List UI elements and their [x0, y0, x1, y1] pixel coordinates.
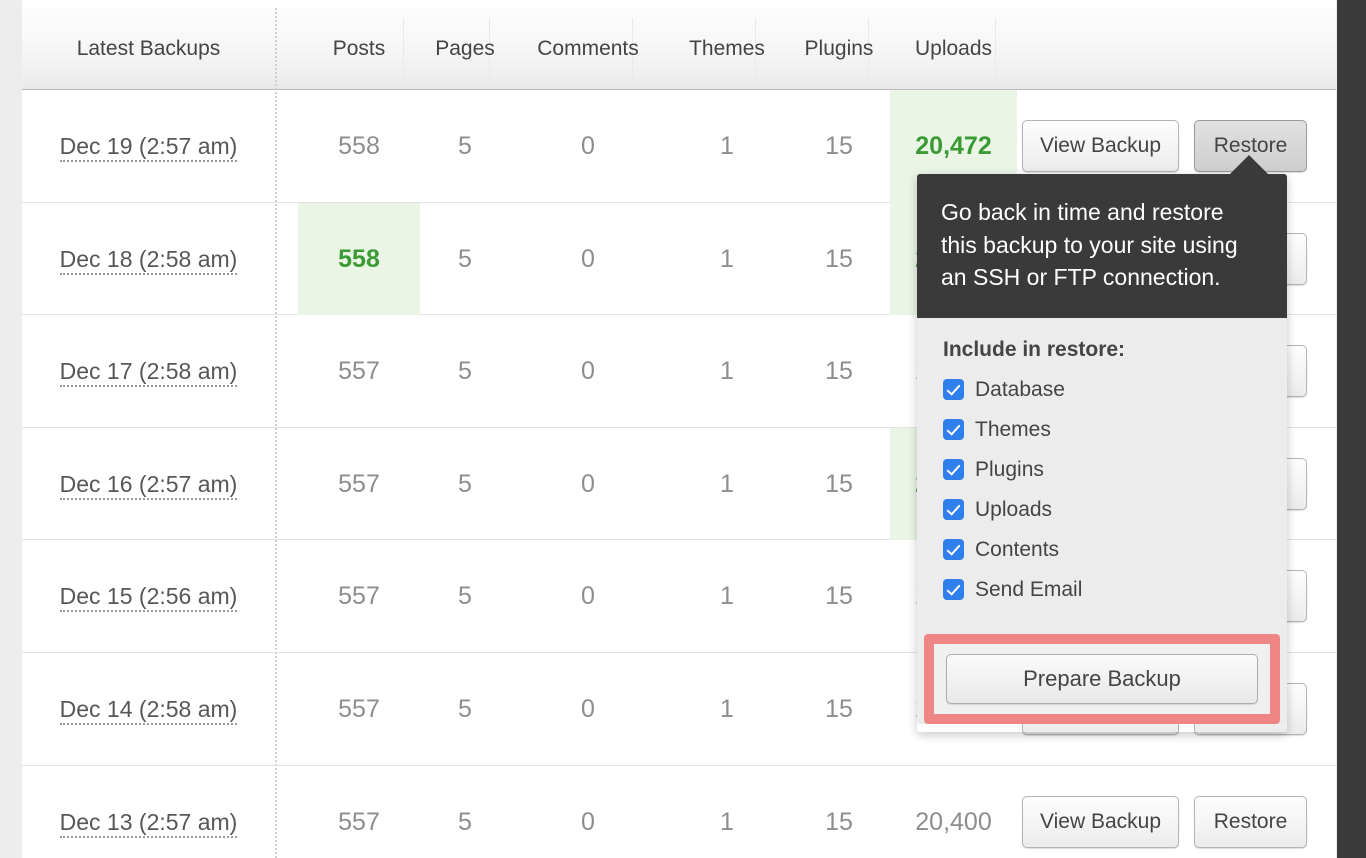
- cell-comments: 0: [581, 694, 595, 723]
- backup-date-cell: Dec 14 (2:58 am): [22, 653, 275, 766]
- backup-date-link[interactable]: Dec 13 (2:57 am): [59, 808, 238, 838]
- backup-date-cell: Dec 13 (2:57 am): [22, 766, 275, 858]
- column-header-themes[interactable]: Themes: [666, 8, 788, 90]
- backup-date-link[interactable]: Dec 15 (2:56 am): [59, 583, 238, 613]
- cell-comments: 0: [581, 357, 595, 386]
- cell-posts: 557: [338, 694, 380, 723]
- cell-posts: 558: [338, 132, 380, 160]
- checkbox-checked-icon[interactable]: [943, 459, 964, 481]
- backup-date-cell: Dec 18 (2:58 am): [22, 203, 275, 316]
- checkbox-label: Contents: [975, 537, 1060, 561]
- checkbox-checked-icon[interactable]: [943, 379, 964, 401]
- popover-description: Go back in time and restore this backup …: [917, 174, 1287, 318]
- backup-date-link[interactable]: Dec 18 (2:58 am): [59, 245, 238, 275]
- cell-pages: 5: [458, 807, 472, 836]
- cell-pages: 5: [458, 244, 472, 273]
- cell-themes: 1: [720, 582, 734, 611]
- cell-posts: 558: [298, 202, 420, 316]
- cell-comments: 0: [581, 469, 595, 498]
- checkbox-label: Uploads: [975, 497, 1053, 521]
- cell-pages: 5: [458, 694, 472, 723]
- checkbox-checked-icon[interactable]: [943, 539, 964, 561]
- checkbox-uploads[interactable]: Uploads: [943, 498, 1119, 522]
- cell-pages: 5: [458, 132, 472, 160]
- checkbox-plugins[interactable]: Plugins: [943, 458, 1119, 482]
- checkbox-themes[interactable]: Themes: [943, 418, 1119, 442]
- view-backup-button[interactable]: View Backup: [1022, 795, 1179, 848]
- cell-pages: 5: [458, 469, 472, 498]
- checkbox-send-email[interactable]: Send Email: [943, 578, 1119, 602]
- view-backup-button[interactable]: View Backup: [1022, 120, 1179, 172]
- checkbox-checked-icon[interactable]: [943, 499, 964, 521]
- checkbox-label: Plugins: [975, 457, 1044, 481]
- cell-comments: 0: [581, 582, 595, 611]
- screen: Latest Backups Posts Pages Comments Them…: [0, 0, 1366, 858]
- cell-themes: 1: [720, 132, 734, 160]
- checkbox-label: Database: [975, 377, 1065, 401]
- cell-themes: 1: [720, 807, 734, 836]
- restore-button[interactable]: Restore: [1194, 795, 1307, 848]
- column-header-plugins[interactable]: Plugins: [788, 8, 890, 90]
- restore-popover: Go back in time and restore this backup …: [917, 155, 1287, 732]
- column-header-pages[interactable]: Pages: [420, 8, 510, 90]
- table-header-row: Latest Backups Posts Pages Comments Them…: [22, 8, 1336, 90]
- cell-plugins: 15: [825, 807, 853, 836]
- backup-date-link[interactable]: Dec 14 (2:58 am): [59, 695, 238, 725]
- cell-themes: 1: [720, 244, 734, 273]
- cell-posts: 557: [338, 469, 380, 498]
- cell-posts: 557: [338, 807, 380, 836]
- backup-date-link[interactable]: Dec 16 (2:57 am): [59, 470, 238, 500]
- column-header-uploads[interactable]: Uploads: [890, 8, 1017, 90]
- cell-uploads: 20,400: [915, 807, 992, 836]
- cell-plugins: 15: [825, 582, 853, 611]
- backup-date-link[interactable]: Dec 19 (2:57 am): [59, 133, 238, 162]
- checkbox-label: Send Email: [975, 577, 1083, 601]
- backup-date-link[interactable]: Dec 17 (2:58 am): [59, 358, 238, 388]
- backup-date-cell: Dec 19 (2:57 am): [22, 90, 275, 203]
- cell-plugins: 15: [825, 694, 853, 723]
- cell-pages: 5: [458, 582, 472, 611]
- prepare-backup-callout: Prepare Backup: [924, 633, 1280, 724]
- cell-plugins: 15: [825, 244, 853, 273]
- checkbox-database[interactable]: Database: [943, 378, 1119, 402]
- cell-themes: 1: [720, 694, 734, 723]
- cell-comments: 0: [581, 807, 595, 836]
- right-gutter: [1337, 0, 1366, 858]
- column-header-posts[interactable]: Posts: [298, 8, 420, 90]
- cell-comments: 0: [581, 132, 595, 160]
- checkbox-contents[interactable]: Contents: [943, 538, 1119, 562]
- column-header-latest-backups[interactable]: Latest Backups: [22, 8, 275, 90]
- cell-themes: 1: [720, 357, 734, 386]
- cell-plugins: 15: [825, 357, 853, 386]
- cell-comments: 0: [581, 244, 595, 273]
- backup-date-cell: Dec 16 (2:57 am): [22, 428, 275, 541]
- cell-pages: 5: [458, 357, 472, 386]
- popover-options-panel: Include in restore: Database Themes Plug…: [917, 317, 1287, 724]
- checkbox-checked-icon[interactable]: [943, 579, 964, 601]
- include-in-restore-label: Include in restore:: [943, 337, 1126, 361]
- prepare-backup-button[interactable]: Prepare Backup: [946, 653, 1258, 704]
- backup-date-cell: Dec 15 (2:56 am): [22, 540, 275, 653]
- restore-options-grid: Database Themes Plugins Uploads Contents: [917, 378, 1287, 630]
- checkbox-checked-icon[interactable]: [943, 419, 964, 441]
- backup-date-cell: Dec 17 (2:58 am): [22, 315, 275, 428]
- cell-plugins: 15: [825, 132, 853, 160]
- cell-plugins: 15: [825, 469, 853, 498]
- cell-themes: 1: [720, 469, 734, 498]
- popover-arrow-icon: [1229, 155, 1269, 175]
- table-row: Dec 13 (2:57 am) 557 5 0 1 15 20,400 Vie…: [22, 766, 1336, 858]
- checkbox-label: Themes: [975, 417, 1051, 441]
- cell-posts: 557: [338, 357, 380, 386]
- cell-posts: 557: [338, 582, 380, 611]
- column-header-comments[interactable]: Comments: [510, 8, 666, 90]
